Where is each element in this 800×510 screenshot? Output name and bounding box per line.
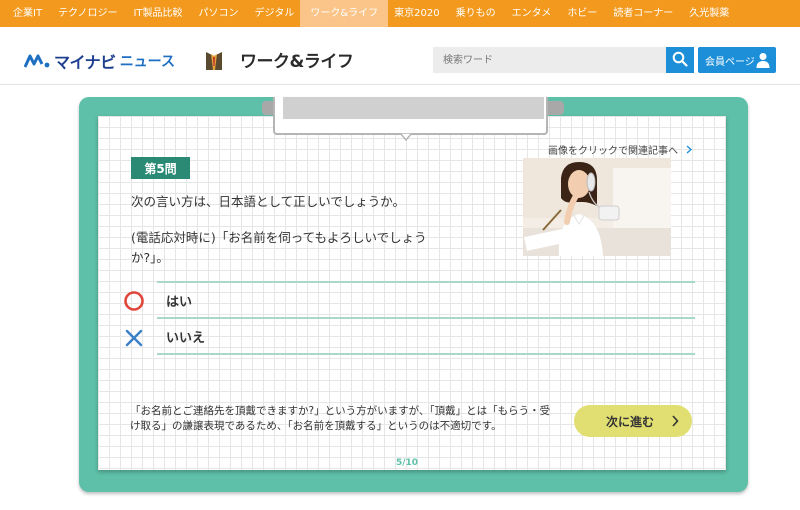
explanation-text: 「お名前とご連絡先を頂戴できますか?」という方がいますが、「頂戴」とは「もらう・…: [130, 405, 551, 432]
nav-item-reader-corner[interactable]: 読者コーナー: [613, 0, 673, 27]
user-icon: [756, 53, 770, 68]
member-page-button[interactable]: 会員ページ: [698, 47, 776, 73]
question-number-badge: 第5問: [131, 157, 190, 179]
nav-item-it-products[interactable]: IT製品比較: [133, 0, 182, 27]
suit-icon: [204, 49, 224, 70]
nav-item-entertainment[interactable]: エンタメ: [512, 0, 552, 27]
mynavi-logo-icon: [24, 54, 50, 68]
related-article-link-label: 画像をクリックで関連記事へ: [548, 146, 678, 157]
section-title: ワーク&ライフ: [240, 52, 354, 72]
logo-news-text: ニュース: [119, 54, 175, 70]
choice-divider: [157, 353, 695, 355]
question-text: 次の言い方は、日本語として正しいでしょうか。 (電話応対時に)「お名前を伺っても…: [131, 192, 451, 268]
cross-icon[interactable]: [123, 327, 145, 349]
section-logo[interactable]: ワーク&ライフ: [202, 47, 354, 72]
next-label: 次に進む: [606, 414, 655, 429]
woman-on-phone-image: [523, 158, 671, 256]
logo-text: マイナビ: [54, 53, 116, 72]
circle-icon[interactable]: [123, 290, 145, 312]
search-icon: [672, 51, 688, 67]
chevron-right-icon: [672, 415, 679, 427]
page-indicator: 5/10: [396, 458, 419, 468]
next-question-button[interactable]: 次に進む: [574, 405, 692, 437]
nav-item-work-life[interactable]: ワーク&ライフ: [300, 0, 389, 27]
nav-item-tokyo2020[interactable]: 東京2020: [394, 0, 439, 27]
member-label: 会員ページ: [705, 56, 755, 68]
choice-divider: [157, 281, 695, 283]
nav-item-enterprise-it[interactable]: 企業IT: [13, 0, 42, 27]
site-logo[interactable]: マイナビ ニュース: [24, 49, 175, 73]
choice-divider: [157, 317, 695, 319]
site-header: マイナビ ニュース ワーク&ライフ 会員ページ: [0, 27, 800, 85]
search-button[interactable]: [666, 47, 694, 73]
clip-notch-icon: [400, 133, 412, 141]
question-photo[interactable]: [523, 158, 671, 256]
nav-item-technology[interactable]: テクノロジー: [58, 0, 117, 27]
top-nav: 企業IT テクノロジー IT製品比較 パソコン デジタル ワーク&ライフ 東京2…: [0, 0, 800, 27]
related-article-link[interactable]: 画像をクリックで関連記事へ: [548, 142, 693, 157]
choice-no[interactable]: いいえ: [166, 327, 205, 346]
chevron-right-icon: [686, 145, 693, 154]
search-input[interactable]: [433, 47, 666, 73]
nav-item-hisamitsu[interactable]: 久光製薬: [689, 0, 729, 27]
clipboard-clip-inner: [283, 97, 544, 119]
nav-item-hobby[interactable]: ホビー: [567, 0, 597, 27]
question-line-2: (電話応対時に)「お名前を伺ってもよろしいでしょうか?」。: [131, 230, 427, 265]
nav-item-digital[interactable]: デジタル: [255, 0, 295, 27]
choice-yes[interactable]: はい: [166, 291, 192, 310]
nav-item-vehicles[interactable]: 乗りもの: [456, 0, 496, 27]
question-line-1: 次の言い方は、日本語として正しいでしょうか。: [131, 194, 406, 209]
nav-item-pc[interactable]: パソコン: [199, 0, 239, 27]
